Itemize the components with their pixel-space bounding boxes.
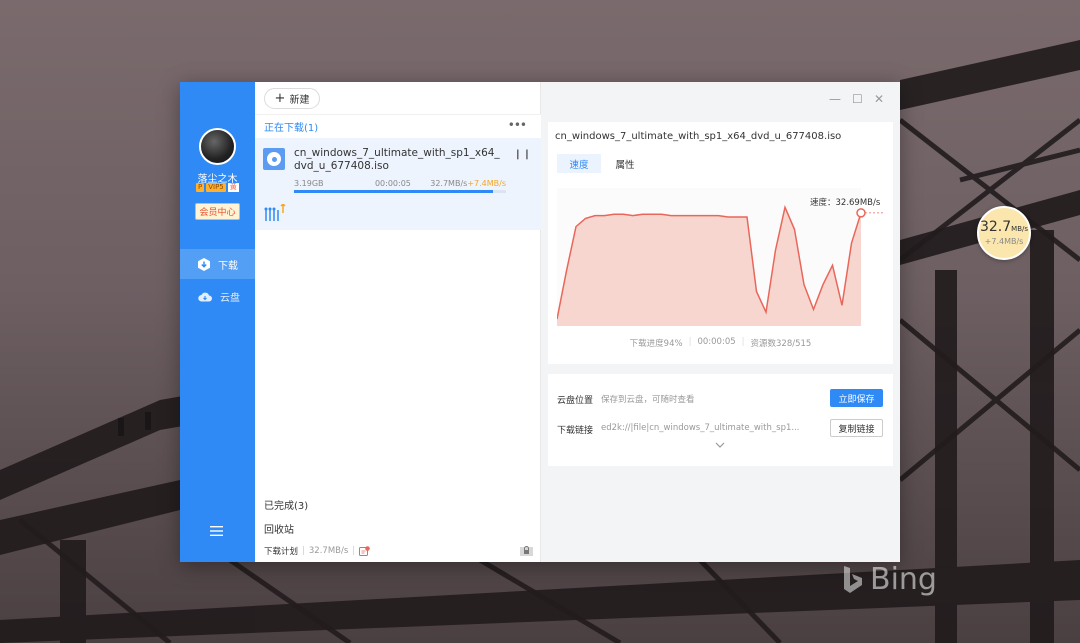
bing-logo-icon [844, 565, 862, 593]
downloading-header[interactable]: 正在下载(1) [255, 114, 541, 138]
avatar[interactable] [199, 128, 236, 165]
close-icon[interactable]: ✕ [874, 92, 884, 106]
speed-card: cn_windows_7_ultimate_with_sp1_x64_dvd_u… [548, 122, 893, 364]
task-speed: 32.7MB/s [430, 179, 468, 188]
vip-badge: P [196, 183, 205, 192]
task-size: 3.19GB [294, 179, 324, 188]
vip-badges: P VIP5 黄 [196, 183, 239, 192]
task-detail-panel: — ☐ ✕ cn_windows_7_ultimate_with_sp1_x64… [541, 82, 900, 562]
cloud-icon [198, 292, 212, 301]
download-link-value[interactable]: ed2k://|file|cn_windows_7_ultimate_with_… [601, 423, 799, 433]
new-task-label: 新建 [289, 95, 310, 106]
task-meta: 3.19GB 00:00:05 32.7MB/s +7.4MB/s [294, 179, 506, 188]
member-center-button[interactable]: 会员中心 [195, 203, 240, 220]
task-row[interactable]: cn_windows_7_ultimate_with_sp1_x64_dvd_u… [255, 138, 541, 230]
completed-item[interactable]: 已完成(3) [264, 497, 308, 512]
tab-properties[interactable]: 属性 [608, 154, 642, 173]
bing-text: Bing [870, 562, 937, 597]
task-time-left: 00:00:05 [374, 179, 411, 188]
float-speed-value: 32.7MB/s [979, 218, 1029, 235]
iso-file-icon [263, 148, 285, 170]
speed-limit-icon[interactable] [359, 545, 370, 557]
save-now-button[interactable]: 立即保存 [830, 389, 883, 407]
hamburger-menu-icon[interactable] [210, 526, 223, 536]
current-speed-marker [856, 208, 866, 218]
more-options-icon[interactable]: ••• [508, 118, 527, 132]
cloud-location-label: 云盘位置 [557, 396, 594, 406]
download-plan-speed: 32.7MB/s [308, 546, 349, 556]
chart-stats: 下载进度94% | 00:00:05 | 资源数328/515 [629, 337, 812, 349]
minimize-icon[interactable]: — [829, 92, 841, 106]
float-boost: +7.4MB/s [984, 236, 1024, 246]
download-plan-label[interactable]: 下载计划 [264, 545, 298, 557]
download-progress-text: 下载进度94% [629, 339, 683, 349]
download-link-label: 下载链接 [557, 426, 594, 436]
bing-watermark: Bing [842, 562, 937, 597]
cloud-location-value: 保存到云盘，可随时查看 [601, 395, 695, 405]
download-plan-row: 下载计划 | 32.7MB/s | [264, 545, 370, 557]
sidebar-item-download[interactable]: 下载 [180, 249, 255, 279]
download-hex-icon [198, 257, 210, 271]
accelerate-icon[interactable] [264, 204, 286, 222]
maximize-icon[interactable]: ☐ [852, 92, 863, 106]
copy-link-button[interactable]: 复制链接 [830, 419, 883, 437]
resources-text: 资源数328/515 [750, 339, 812, 349]
task-progress-fill [294, 190, 494, 193]
chevron-down-icon[interactable] [715, 442, 725, 448]
task-progress-bar [294, 190, 506, 193]
sidebar-item-label: 下载 [218, 260, 238, 272]
cloud-link-card: 云盘位置 保存到云盘，可随时查看 立即保存 下载链接 ed2k://|file|… [548, 374, 893, 466]
sidebar-item-cloud[interactable]: 云盘 [180, 281, 255, 311]
thunder-main-window: 落尘之木 P VIP5 黄 会员中心 下载 云盘 + 新建 正在下载(1) ••… [180, 82, 900, 562]
task-file-name: cn_windows_7_ultimate_with_sp1_x64_dvd_u… [294, 147, 500, 172]
sidebar: 落尘之木 P VIP5 黄 会员中心 下载 云盘 [180, 82, 255, 562]
recycle-bin-item[interactable]: 回收站 [264, 521, 294, 536]
vip-level: VIP5 [206, 183, 226, 192]
vip-extra: 黄 [227, 183, 239, 192]
lock-icon[interactable] [520, 544, 533, 556]
current-speed-label: 速度：32.69MB/s [810, 198, 881, 208]
task-boost: +7.4MB/s [467, 179, 506, 188]
sidebar-item-label: 云盘 [220, 292, 240, 304]
task-list-panel: + 新建 正在下载(1) ••• cn_windows_7_ultimate_w… [255, 82, 541, 562]
detail-file-title: cn_windows_7_ultimate_with_sp1_x64_dvd_u… [555, 131, 842, 142]
speed-float-ball[interactable]: 32.7MB/s +7.4MB/s [977, 206, 1031, 260]
tab-speed[interactable]: 速度 [557, 154, 601, 173]
new-task-button[interactable]: + 新建 [264, 88, 320, 109]
pause-icon[interactable]: | | [516, 149, 530, 160]
time-left-text: 00:00:05 [697, 337, 736, 347]
plus-icon: + [274, 91, 286, 106]
